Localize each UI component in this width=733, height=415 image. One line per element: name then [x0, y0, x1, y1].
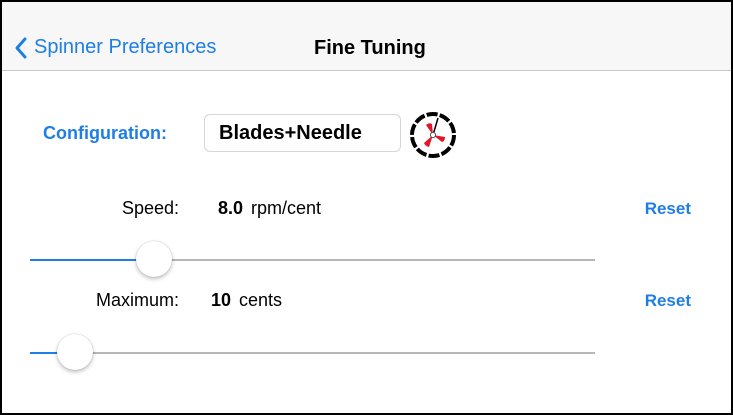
speed-reset-button[interactable]: Reset	[645, 199, 691, 219]
maximum-readout: 10 cents	[211, 290, 282, 311]
maximum-unit: cents	[239, 290, 283, 310]
maximum-label: Maximum:	[95, 290, 179, 310]
fine-tuning-screen: Spinner Preferences Fine Tuning Configur…	[0, 0, 733, 415]
maximum-reset-button[interactable]: Reset	[645, 291, 691, 311]
maximum-slider[interactable]	[30, 333, 595, 373]
speed-readout: 8.0 rpm/cent	[218, 198, 321, 219]
back-button[interactable]: Spinner Preferences	[14, 36, 216, 59]
maximum-value: 10	[211, 290, 232, 310]
spinner-icon	[410, 112, 456, 158]
maximum-slider-thumb[interactable]	[57, 334, 93, 370]
speed-value: 8.0	[218, 198, 244, 218]
speed-slider-thumb[interactable]	[136, 241, 172, 277]
back-button-label: Spinner Preferences	[34, 36, 217, 58]
speed-label: Speed:	[121, 198, 179, 218]
configuration-field[interactable]: Blades+Needle	[204, 114, 401, 152]
navigation-bar: Spinner Preferences Fine Tuning	[2, 2, 731, 71]
maximum-slider-track	[30, 352, 595, 354]
chevron-left-icon	[15, 37, 27, 58]
speed-slider[interactable]	[30, 240, 595, 280]
page-title: Fine Tuning	[314, 37, 426, 59]
configuration-value: Blades+Needle	[219, 121, 362, 144]
speed-unit: rpm/cent	[251, 198, 322, 218]
configuration-label[interactable]: Configuration:	[43, 123, 167, 144]
